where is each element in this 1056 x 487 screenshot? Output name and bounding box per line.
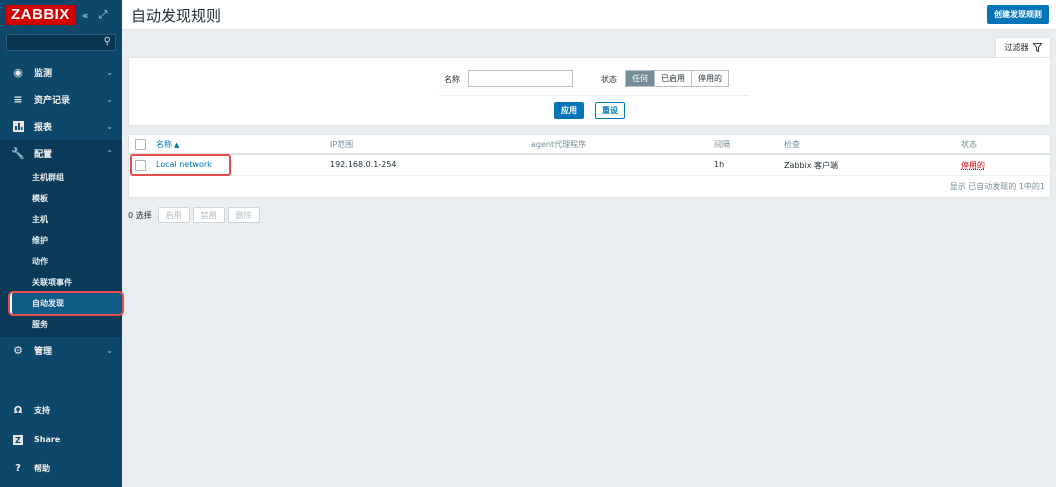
menu-item-administration[interactable]: ⚙ 管理 ⌄: [0, 337, 122, 364]
chevron-down-icon: ⌄: [106, 122, 113, 131]
column-header-interval: 间隔: [714, 140, 730, 149]
status-filter-segmented: 任何 已启用 停用的: [625, 70, 729, 87]
status-option-enabled[interactable]: 已启用: [655, 71, 692, 86]
apply-filter-button[interactable]: 应用: [554, 102, 584, 119]
sidebar: ZABBIX « ⤢ ⚲ ◉ 监测 ⌄ ≡ 资产记录 ⌄ 报表 ⌄ 🔧 配置 ⌃…: [0, 0, 124, 487]
eye-icon: ◉: [13, 66, 23, 79]
sort-ascending-icon: ▲: [174, 141, 180, 149]
menu-item-label: 报表: [34, 123, 53, 133]
page-header: 自动发现规则 创建发现规则: [122, 0, 1056, 30]
discovery-rules-table: 名称 ▲ IP范围 agent代理程序 间隔 检查 状态 Local networ…: [128, 134, 1051, 198]
headset-icon: Ω: [13, 405, 23, 416]
row-checkbox[interactable]: [135, 160, 146, 171]
selected-count: 0 选择: [128, 210, 152, 220]
configuration-submenu: 主机群组 模板 主机 维护 动作 关联项事件 自动发现 服务: [0, 167, 124, 337]
filter-tab-label: 过滤器: [1004, 43, 1029, 52]
table-row: Local network 192.168.0.1-254 1h Zabbix …: [129, 156, 1050, 176]
submenu-item-templates[interactable]: 模板: [10, 188, 122, 209]
name-filter-input[interactable]: [468, 70, 573, 87]
chevron-down-icon: ⌄: [106, 346, 113, 355]
chevron-down-icon: ⌄: [106, 95, 113, 104]
table-header-row: 名称 ▲ IP范围 agent代理程序 间隔 检查 状态: [129, 135, 1050, 155]
share-link[interactable]: Z Share: [0, 425, 122, 454]
list-icon: ≡: [13, 93, 23, 106]
menu-item-label: 配置: [34, 150, 53, 160]
search-icon[interactable]: ⚲: [104, 36, 111, 47]
menu-item-monitoring[interactable]: ◉ 监测 ⌄: [0, 59, 122, 86]
help-label: 帮助: [34, 464, 50, 473]
support-link[interactable]: Ω 支持: [0, 396, 122, 425]
rule-ip-range: 192.168.0.1-254: [330, 160, 397, 169]
menu-item-configuration[interactable]: 🔧 配置 ⌃: [0, 140, 122, 167]
column-header-status: 状态: [961, 140, 977, 149]
column-header-ip-range: IP范围: [330, 140, 354, 149]
enable-selected-button[interactable]: 启用: [157, 207, 190, 223]
submenu-item-actions[interactable]: 动作: [10, 251, 122, 272]
column-header-checks: 检查: [784, 140, 800, 149]
menu-item-reports[interactable]: 报表 ⌄: [0, 113, 122, 140]
sidebar-search-input[interactable]: [7, 35, 115, 50]
status-filter-label: 状态: [601, 75, 617, 84]
status-option-any[interactable]: 任何: [626, 71, 655, 86]
reset-filter-button[interactable]: 重设: [595, 102, 625, 119]
popout-icon[interactable]: ⤢: [96, 8, 111, 22]
status-option-disabled[interactable]: 停用的: [692, 71, 728, 86]
filter-tab[interactable]: 过滤器: [995, 37, 1051, 57]
filter-panel: 名称 状态 任何 已启用 停用的 应用 重设: [128, 57, 1051, 126]
help-link[interactable]: ? 帮助: [0, 454, 122, 483]
menu-item-label: 管理: [34, 347, 53, 357]
rule-name-link[interactable]: Local network: [156, 160, 212, 169]
collapse-sidebar-icon[interactable]: «: [79, 9, 92, 22]
menu-item-inventory[interactable]: ≡ 资产记录 ⌄: [0, 86, 122, 113]
submenu-item-hosts[interactable]: 主机: [10, 209, 122, 230]
submenu-item-host-groups[interactable]: 主机群组: [10, 167, 122, 188]
menu-item-label: 资产记录: [34, 96, 71, 106]
submenu-item-discovery[interactable]: 自动发现: [8, 291, 124, 316]
submenu-item-event-correlation[interactable]: 关联项事件: [10, 272, 122, 293]
chevron-up-icon: ⌃: [106, 149, 113, 158]
share-label: Share: [34, 435, 61, 444]
submenu-item-maintenance[interactable]: 维护: [10, 230, 122, 251]
rule-checks: Zabbix 客户端: [784, 161, 839, 170]
page-title: 自动发现规则: [131, 7, 222, 25]
table-footer-count: 显示 已自动发现的 1中的1: [949, 182, 1045, 191]
column-header-proxy: agent代理程序: [531, 140, 587, 149]
svg-text:Z: Z: [15, 436, 21, 445]
wrench-icon: 🔧: [11, 147, 25, 160]
sidebar-search: ⚲: [6, 34, 116, 51]
submenu-item-services[interactable]: 服务: [10, 314, 122, 335]
column-header-name[interactable]: 名称 ▲: [156, 139, 179, 150]
filter-icon: [1032, 43, 1042, 52]
mass-actions-bar: 0 选择 启用 禁用 删除: [128, 207, 260, 223]
name-filter-label: 名称: [444, 75, 460, 84]
share-icon: Z: [10, 434, 26, 445]
delete-selected-button[interactable]: 删除: [227, 207, 260, 223]
zabbix-logo[interactable]: ZABBIX: [6, 5, 75, 25]
support-label: 支持: [34, 406, 50, 415]
sidebar-bottom: Ω 支持 Z Share ? 帮助: [0, 396, 122, 483]
disable-selected-button[interactable]: 禁用: [192, 207, 225, 223]
help-icon: ?: [15, 463, 21, 474]
create-discovery-rule-button[interactable]: 创建发现规则: [987, 5, 1049, 24]
sidebar-header: ZABBIX « ⤢: [0, 0, 122, 30]
select-all-checkbox[interactable]: [135, 139, 146, 150]
chevron-down-icon: ⌄: [106, 68, 113, 77]
menu-item-label: 监测: [34, 69, 53, 79]
bar-chart-icon: [10, 121, 26, 132]
gear-icon: ⚙: [13, 344, 23, 357]
rule-interval: 1h: [714, 160, 725, 169]
name-sort-link[interactable]: 名称: [156, 140, 172, 149]
filter-divider: [439, 95, 749, 96]
rule-status-toggle[interactable]: 停用的: [961, 160, 985, 171]
